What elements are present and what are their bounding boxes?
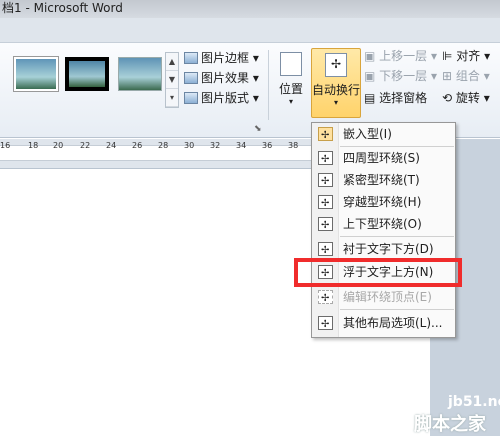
wrap-tight-icon [318, 171, 333, 193]
menu-item-top-bottom[interactable]: 上下型环绕(O) [312, 213, 455, 237]
chevron-down-icon: ▾ [288, 97, 293, 106]
ruler-tick: 22 [80, 141, 91, 150]
menu-separator [340, 236, 454, 237]
menu-item-through[interactable]: 穿越型环绕(H) [312, 191, 455, 215]
menu-separator [340, 309, 454, 310]
picture-layout-button[interactable]: 图片版式 ▾ [184, 88, 259, 108]
menu-item-more-layout-options[interactable]: 其他布局选项(L)... [312, 312, 455, 336]
menu-item-tight[interactable]: 紧密型环绕(T) [312, 169, 455, 193]
group-button[interactable]: ⊞ 组合 ▾ [442, 66, 490, 86]
gallery-up-icon[interactable]: ▲ [166, 53, 178, 71]
wrap-through-icon [318, 193, 333, 215]
wrap-square-icon [318, 149, 333, 171]
wrap-text-icon: ✢ [325, 53, 347, 77]
window-title: 档1 - Microsoft Word [2, 1, 123, 15]
ruler-tick: 26 [132, 141, 143, 150]
wrap-text-menu: 嵌入型(I) 四周型环绕(S) 紧密型环绕(T) 穿越型环绕(H) 上下型环绕(… [311, 122, 456, 338]
ruler-tick: 38 [288, 141, 299, 150]
send-backward-button[interactable]: ▣ 下移一层 ▾ [364, 66, 437, 86]
selection-pane-button[interactable]: ▤ 选择窗格 [364, 88, 427, 108]
position-icon [280, 52, 302, 76]
bring-forward-button[interactable]: ▣ 上移一层 ▾ [364, 46, 437, 66]
wrap-text-button[interactable]: ✢ 自动换行 ▾ [311, 48, 361, 118]
picture-style-thumb[interactable] [14, 57, 58, 91]
ruler-tick: 24 [106, 141, 117, 150]
picture-effects-icon [184, 72, 198, 84]
picture-border-button[interactable]: 图片边框 ▾ [184, 48, 259, 68]
ruler-tick: 20 [53, 141, 64, 150]
gallery-scroll[interactable]: ▲ ▼ ▾ [165, 52, 179, 108]
gallery-more-icon[interactable]: ▾ [166, 89, 178, 107]
ruler-tick: 34 [236, 141, 247, 150]
layout-options-icon [318, 314, 333, 336]
menu-item-inline[interactable]: 嵌入型(I) [312, 123, 455, 147]
dialog-launcher-icon[interactable]: ⬊ [254, 124, 262, 134]
chevron-down-icon: ▾ [333, 98, 338, 107]
ruler-tick: 36 [262, 141, 273, 150]
edit-wrap-points-icon [318, 288, 333, 310]
ruler-tick: 32 [210, 141, 221, 150]
picture-style-thumb[interactable] [118, 57, 162, 91]
ruler-tick: 18 [28, 141, 39, 150]
menu-item-behind-text[interactable]: 衬于文字下方(D) [312, 238, 455, 262]
position-button[interactable]: 位置 ▾ [274, 48, 308, 118]
watermark-brand: 脚本之家 [414, 414, 486, 435]
menu-item-edit-wrap-points: 编辑环绕顶点(E) [312, 286, 455, 310]
picture-style-thumb[interactable] [65, 57, 109, 91]
rotate-button[interactable]: ⟲ 旋转 ▾ [442, 88, 490, 108]
watermark-site: jb51.net [448, 394, 500, 410]
align-button[interactable]: ⊫ 对齐 ▾ [442, 46, 490, 66]
picture-border-icon [184, 52, 198, 64]
ruler-tick: 16 [0, 141, 11, 150]
ruler-tick: 28 [158, 141, 169, 150]
gallery-down-icon[interactable]: ▼ [166, 71, 178, 89]
wrap-inline-icon [318, 125, 333, 147]
ruler-tick: 30 [184, 141, 195, 150]
highlight-annotation [294, 258, 462, 287]
menu-item-square[interactable]: 四周型环绕(S) [312, 147, 455, 171]
picture-layout-icon [184, 92, 198, 104]
ribbon-separator [268, 50, 269, 120]
wrap-behind-icon [318, 240, 333, 262]
title-bar: 档1 - Microsoft Word [0, 0, 500, 18]
wrap-top-bottom-icon [318, 215, 333, 237]
ribbon-tab-band [0, 18, 500, 42]
picture-effects-button[interactable]: 图片效果 ▾ [184, 68, 259, 88]
